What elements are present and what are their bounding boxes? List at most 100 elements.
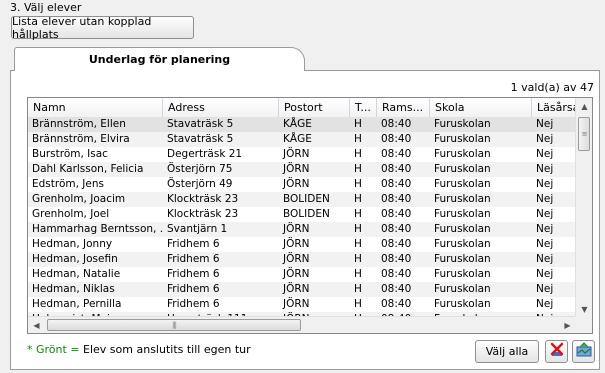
cell-school: Furuskolan — [434, 268, 491, 280]
cell-rams: 08:40 — [381, 148, 412, 160]
column-header-t[interactable]: T... — [350, 98, 377, 117]
cell-lasarsav: Nej — [536, 148, 554, 160]
cell-address: Svantjärn 1 — [167, 223, 228, 235]
cell-t: H — [354, 223, 362, 235]
cell-rams: 08:40 — [381, 283, 412, 295]
cell-postort: JÖRN — [283, 283, 310, 295]
cell-school: Furuskolan — [434, 223, 491, 235]
table-row[interactable]: Hedman, Josefin Fridhem 6 JÖRN H 08:40 Furusk… — [28, 252, 576, 267]
cell-address: Österjörn 49 — [167, 178, 233, 190]
table-row[interactable]: Hammarhag Berntsson, ... Svantjärn 1 JÖRN H… — [28, 222, 576, 237]
cell-t: H — [354, 118, 362, 130]
table-header: Namn Adress Postort T... Rams... Skola L… — [28, 98, 576, 118]
cell-postort: JÖRN — [283, 223, 310, 235]
cell-postort: JÖRN — [283, 298, 310, 310]
table-row[interactable]: Brännström, Elvira Stavaträsk 5 KÅGE H 08:40… — [28, 132, 576, 147]
cell-school: Furuskolan — [434, 208, 491, 220]
horizontal-scrollbar[interactable]: ◀ ||| ▶ — [28, 316, 576, 333]
legend: * Grönt = Elev som anslutits till egen t… — [27, 343, 251, 356]
column-header-address[interactable]: Adress — [163, 98, 279, 117]
cell-t: H — [354, 268, 362, 280]
column-header-school[interactable]: Skola — [430, 98, 532, 117]
table-body: Brännström, Ellen Stavaträsk 5 KÅGE H 08:40 F… — [28, 117, 576, 318]
column-header-lasarsav[interactable]: Läsårsav — [532, 98, 576, 117]
tab-planning-basis[interactable]: Underlag för planering — [14, 47, 305, 71]
cell-address: Stavaträsk 5 — [167, 118, 234, 130]
cell-school: Furuskolan — [434, 178, 491, 190]
scroll-up-icon[interactable]: ▲ — [576, 98, 592, 115]
horizontal-scroll-thumb[interactable]: ||| — [47, 319, 301, 331]
cell-t: H — [354, 133, 362, 145]
cell-name: Hedman, Niklas — [32, 283, 115, 295]
column-header-postort[interactable]: Postort — [279, 98, 350, 117]
cell-school: Furuskolan — [434, 163, 491, 175]
cell-rams: 08:40 — [381, 298, 412, 310]
cell-postort: KÅGE — [283, 118, 312, 130]
cell-lasarsav: Nej — [536, 178, 554, 190]
list-unlinked-students-button[interactable]: Lista elever utan kopplad hållplats — [11, 15, 194, 41]
cell-school: Furuskolan — [434, 193, 491, 205]
cell-postort: JÖRN — [283, 148, 310, 160]
cell-lasarsav: Nej — [536, 133, 554, 145]
cell-school: Furuskolan — [434, 118, 491, 130]
cell-rams: 08:40 — [381, 118, 412, 130]
deselect-button[interactable] — [545, 340, 568, 363]
scroll-left-icon[interactable]: ◀ — [28, 317, 45, 333]
cell-postort: BOLIDEN — [283, 208, 330, 220]
cell-address: Fridhem 6 — [167, 283, 220, 295]
scroll-right-icon[interactable]: ▶ — [559, 317, 576, 333]
select-all-button[interactable]: Välj alla — [475, 340, 539, 363]
cell-rams: 08:40 — [381, 268, 412, 280]
cell-lasarsav: Nej — [536, 193, 554, 205]
cell-address: Stavaträsk 5 — [167, 133, 234, 145]
map-button[interactable] — [572, 340, 595, 363]
cell-t: H — [354, 163, 362, 175]
table-row[interactable]: Hedman, Pernilla Fridhem 6 JÖRN H 08:40 Furus… — [28, 297, 576, 312]
cell-lasarsav: Nej — [536, 238, 554, 250]
vertical-scroll-thumb[interactable]: ≡ — [578, 117, 590, 151]
cell-address: Fridhem 6 — [167, 238, 220, 250]
legend-marker: * Grönt = — [27, 343, 80, 356]
cell-name: Hedman, Pernilla — [32, 298, 122, 310]
cell-school: Furuskolan — [434, 238, 491, 250]
table-row[interactable]: Grenholm, Joacim Klockträsk 23 BOLIDEN H 08:… — [28, 192, 576, 207]
cell-name: Burström, Isac — [32, 148, 108, 160]
cell-t: H — [354, 208, 362, 220]
cell-postort: JÖRN — [283, 253, 310, 265]
cell-lasarsav: Nej — [536, 283, 554, 295]
cell-lasarsav: Nej — [536, 298, 554, 310]
cell-lasarsav: Nej — [536, 223, 554, 235]
table-row[interactable]: Brännström, Ellen Stavaträsk 5 KÅGE H 08:40 F… — [28, 117, 576, 132]
vertical-scrollbar[interactable]: ▲ ≡ ▼ — [575, 98, 592, 318]
cell-lasarsav: Nej — [536, 253, 554, 265]
cell-rams: 08:40 — [381, 133, 412, 145]
cell-name: Dahl Karlsson, Felicia — [32, 163, 144, 175]
table-row[interactable]: Hedman, Natalie Fridhem 6 JÖRN H 08:40 Furusk… — [28, 267, 576, 282]
cell-name: Brännström, Ellen — [32, 118, 126, 130]
table-row[interactable]: Hedman, Jonny Fridhem 6 JÖRN H 08:40 Furuskol… — [28, 237, 576, 252]
cell-postort: JÖRN — [283, 238, 310, 250]
column-header-rams[interactable]: Rams... — [377, 98, 430, 117]
table-row[interactable]: Grenholm, Joel Klockträsk 23 BOLIDEN H 08:40… — [28, 207, 576, 222]
cell-rams: 08:40 — [381, 223, 412, 235]
legend-text: Elev som anslutits till egen tur — [83, 343, 251, 356]
table-row[interactable]: Burström, Isac Degerträsk 21 JÖRN H 08:40 Fur… — [28, 147, 576, 162]
column-header-name[interactable]: Namn — [28, 98, 163, 117]
cell-school: Furuskolan — [434, 283, 491, 295]
cell-rams: 08:40 — [381, 208, 412, 220]
map-icon — [576, 342, 592, 361]
cell-rams: 08:40 — [381, 253, 412, 265]
cell-address: Fridhem 6 — [167, 268, 220, 280]
cell-t: H — [354, 298, 362, 310]
students-table[interactable]: Namn Adress Postort T... Rams... Skola L… — [27, 97, 593, 334]
cell-school: Furuskolan — [434, 148, 491, 160]
cell-postort: KÅGE — [283, 133, 312, 145]
cell-address: Klockträsk 23 — [167, 208, 239, 220]
cell-school: Furuskolan — [434, 133, 491, 145]
cell-t: H — [354, 178, 362, 190]
cell-name: Hedman, Josefin — [32, 253, 118, 265]
table-row[interactable]: Dahl Karlsson, Felicia Österjörn 75 JÖRN H 0… — [28, 162, 576, 177]
table-row[interactable]: Hedman, Niklas Fridhem 6 JÖRN H 08:40 Furusko… — [28, 282, 576, 297]
cell-name: Hammarhag Berntsson, ... — [32, 223, 163, 235]
table-row[interactable]: Edström, Jens Österjörn 49 JÖRN H 08:40 Furus… — [28, 177, 576, 192]
